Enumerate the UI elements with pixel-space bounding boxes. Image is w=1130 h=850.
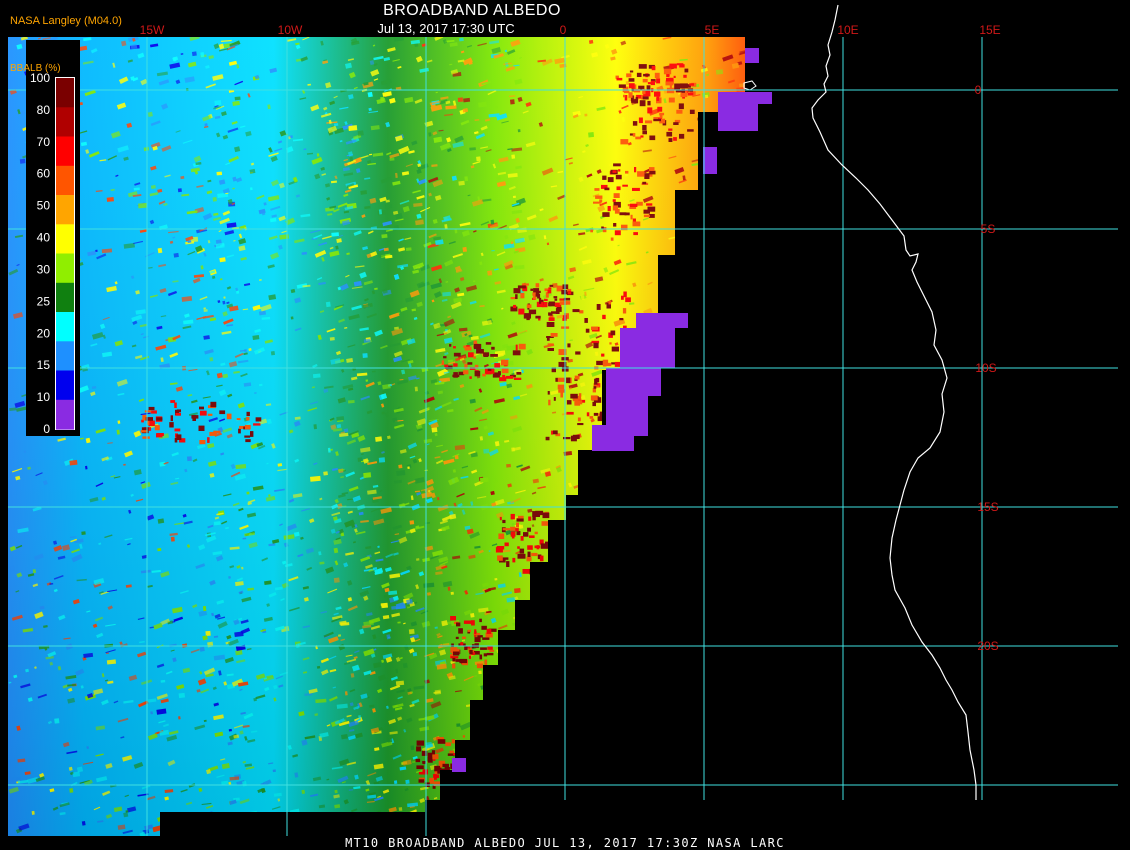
- purple-block: [636, 313, 688, 328]
- legend-tick-label: 70: [37, 135, 51, 149]
- lon-label: 5E: [705, 23, 720, 37]
- map-title: BROADBAND ALBEDO: [383, 2, 561, 19]
- albedo-field: [8, 37, 745, 836]
- purple-block: [718, 104, 758, 131]
- lat-label: 10S: [975, 361, 996, 375]
- legend-tick-label: 100: [30, 71, 50, 85]
- purple-block: [745, 48, 759, 63]
- purple-block: [620, 328, 675, 368]
- coastline: [811, 4, 977, 800]
- legend-swatch: [56, 253, 74, 284]
- footer-caption: MT10 BROADBAND ALBEDO JUL 13, 2017 17:30…: [345, 836, 785, 850]
- purple-block: [592, 425, 634, 451]
- lon-label: 10E: [837, 23, 858, 37]
- map-datetime: Jul 13, 2017 17:30 UTC: [377, 21, 514, 36]
- legend-swatch: [56, 195, 74, 225]
- longitude-labels: 15W 10W 0 5E 10E 15E: [140, 23, 1001, 37]
- legend-swatch: [56, 165, 74, 196]
- legend-tick-label: 60: [37, 167, 51, 181]
- purple-block: [718, 92, 772, 104]
- purple-block: [452, 758, 466, 772]
- lat-label: 0: [975, 83, 982, 97]
- legend-tick-label: 30: [37, 263, 51, 277]
- legend-swatch: [56, 107, 74, 138]
- legend-swatch: [56, 78, 74, 108]
- legend-swatch: [56, 136, 74, 167]
- legend-tick-label: 25: [37, 294, 51, 308]
- lon-label: 0: [560, 23, 567, 37]
- product-label: NASA Langley (M04.0): [10, 15, 122, 27]
- legend-swatch: [56, 224, 74, 255]
- lat-label: 15S: [977, 500, 998, 514]
- legend-swatch: [56, 282, 74, 313]
- legend-swatch: [56, 341, 74, 372]
- legend-swatch: [56, 399, 74, 430]
- purple-block: [606, 368, 661, 396]
- legend-swatches: [56, 78, 74, 430]
- legend-tick-label: 10: [37, 390, 51, 404]
- legend-tick-label: 20: [37, 326, 51, 340]
- legend-tick-label: 0: [43, 422, 50, 436]
- legend-swatch: [56, 370, 74, 401]
- lon-label: 10W: [278, 23, 303, 37]
- island-outline: [743, 80, 757, 91]
- lon-label: 15W: [140, 23, 165, 37]
- legend-tick-label: 50: [37, 199, 51, 213]
- legend-tick-label: 40: [37, 231, 51, 245]
- legend-tick-label: 80: [37, 103, 51, 117]
- lon-label: 15E: [979, 23, 1000, 37]
- lat-label: 20S: [977, 639, 998, 653]
- purple-block: [703, 147, 717, 174]
- albedo-map: NASA Langley (M04.0) BROADBAND ALBEDO Ju…: [8, 2, 1118, 850]
- legend-tick-label: 15: [37, 358, 51, 372]
- latitude-labels: 0 5S 10S 15S 20S: [975, 83, 999, 653]
- legend-swatch: [56, 312, 74, 342]
- lat-label: 5S: [981, 222, 996, 236]
